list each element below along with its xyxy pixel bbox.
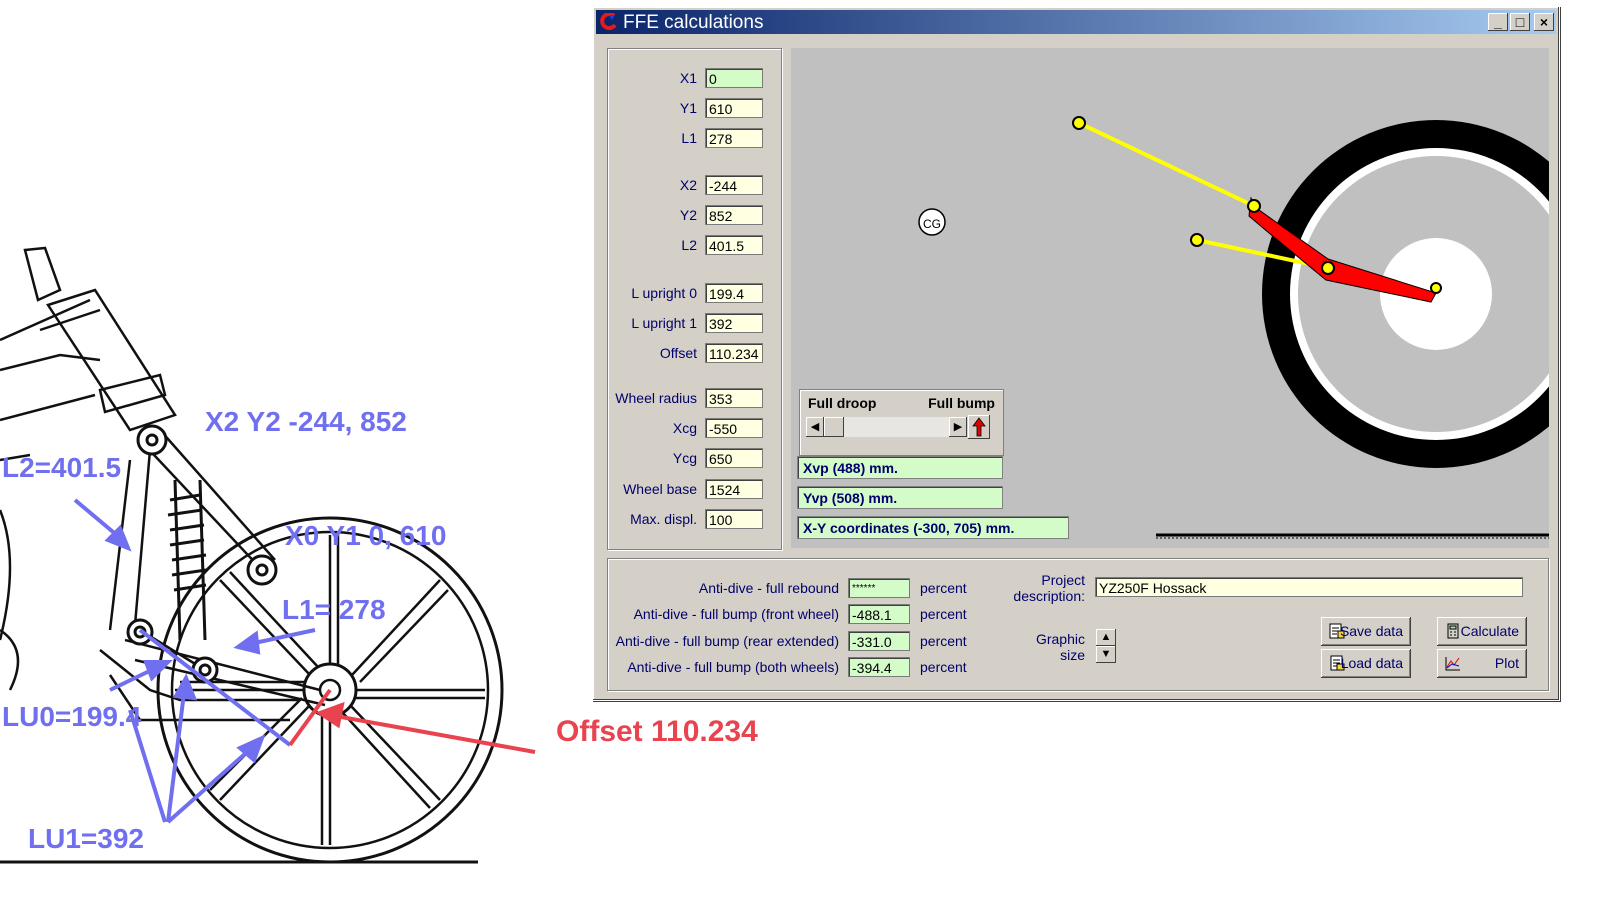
antidive-label: Anti-dive - full bump (rear extended) [615,633,839,649]
travel-scrollbar-thumb[interactable] [824,417,844,437]
param-label: X2 [679,177,697,193]
full-droop-label: Full droop [808,395,877,411]
antidive-value: -488.1 [848,604,910,624]
yvp-readout: Yvp (508) mm. [797,486,1003,509]
graphic-size-down-button[interactable]: ▼ [1096,646,1116,663]
save-data-button[interactable]: Save data [1321,617,1411,646]
param-input[interactable]: 852 [705,205,763,225]
antidive-value: -394.4 [848,657,910,677]
travel-control: Full droop Full bump ◀ ▶ [799,389,1004,456]
close-button[interactable]: × [1534,13,1554,31]
project-label-2: description: [1013,588,1085,604]
upper-link [1078,121,1255,208]
antidive-unit: percent [920,606,967,622]
cg-label: CG [923,217,941,231]
graphic-size-label-1: Graphic [1035,631,1085,647]
graphic-size-label-2: size [1060,647,1085,663]
project-description-input[interactable]: YZ250F Hossack [1095,577,1523,597]
annotation-x0y1: X0 Y1 0, 610 [285,520,447,551]
param-input[interactable]: 1524 [705,479,763,499]
window-title: FFE calculations [623,12,764,33]
animate-arrow-button[interactable] [968,415,990,439]
graphic-size-up-button[interactable]: ▲ [1096,629,1116,646]
antidive-value: ****** [848,578,910,598]
load-data-button[interactable]: Load data [1321,649,1411,678]
param-label: Wheel base [623,481,697,497]
annotation-lu0: LU0=199.4 [2,701,142,732]
app-icon [600,13,617,31]
xy-readout: X-Y coordinates (-300, 705) mm. [797,516,1069,539]
annotation-l1: L1= 278 [282,594,386,625]
param-input[interactable]: 110.234 [705,343,763,363]
minimize-button[interactable]: _ [1488,13,1508,31]
param-label: L1 [681,130,697,146]
param-input[interactable]: 278 [705,128,763,148]
antidive-label: Anti-dive - full rebound [698,580,839,596]
antidive-unit: percent [920,633,967,649]
param-input[interactable]: 650 [705,448,763,468]
ffe-window: FFE calculations _ □ × CG Full droop Ful… [592,6,1599,701]
front-suspension-sketch [0,246,536,864]
param-label: L upright 1 [631,315,697,331]
scroll-left-button[interactable]: ◀ [806,417,824,437]
param-label: Y2 [679,207,697,223]
param-label: Max. displ. [630,511,697,527]
xvp-readout: Xvp (488) mm. [797,456,1003,479]
param-input[interactable]: -550 [705,418,763,438]
annotation-lu1: LU1=392 [28,823,144,854]
param-input[interactable]: -244 [705,175,763,195]
antidive-unit: percent [920,659,967,675]
plot-icon [1445,657,1460,671]
antidive-label: Anti-dive - full bump (both wheels) [627,659,839,675]
annotation-offset: Offset 110.234 [556,715,758,748]
antidive-label: Anti-dive - full bump (front wheel) [633,606,839,622]
red-up-arrow-icon [972,417,986,437]
annotation-x2y2: X2 Y2 -244, 852 [205,406,407,437]
antidive-value: -331.0 [848,631,910,651]
full-bump-label: Full bump [928,395,995,411]
plot-button[interactable]: Plot [1437,649,1527,678]
param-input[interactable]: 392 [705,313,763,333]
title-bar[interactable]: FFE calculations _ □ × [596,10,1556,34]
param-input[interactable]: 199.4 [705,283,763,303]
maximize-button[interactable]: □ [1510,13,1530,31]
scroll-right-button[interactable]: ▶ [949,417,967,437]
param-label: Offset [659,345,697,361]
param-label: L2 [681,237,697,253]
param-label: Ycg [672,450,697,466]
param-input[interactable]: 353 [705,388,763,408]
param-input[interactable]: 401.5 [705,235,763,255]
param-input[interactable]: 0 [705,68,763,88]
calculate-button[interactable]: Calculate [1437,617,1527,646]
param-input[interactable]: 610 [705,98,763,118]
param-label: X1 [679,70,697,86]
param-label: Wheel radius [615,390,697,406]
antidive-unit: percent [920,580,967,596]
annotation-l2: L2=401.5 [2,452,122,483]
param-label: Xcg [672,420,697,436]
project-label-1: Project [1041,572,1085,588]
param-label: L upright 0 [631,285,697,301]
param-label: Y1 [679,100,697,116]
calculator-icon [1447,623,1459,639]
param-input[interactable]: 100 [705,509,763,529]
